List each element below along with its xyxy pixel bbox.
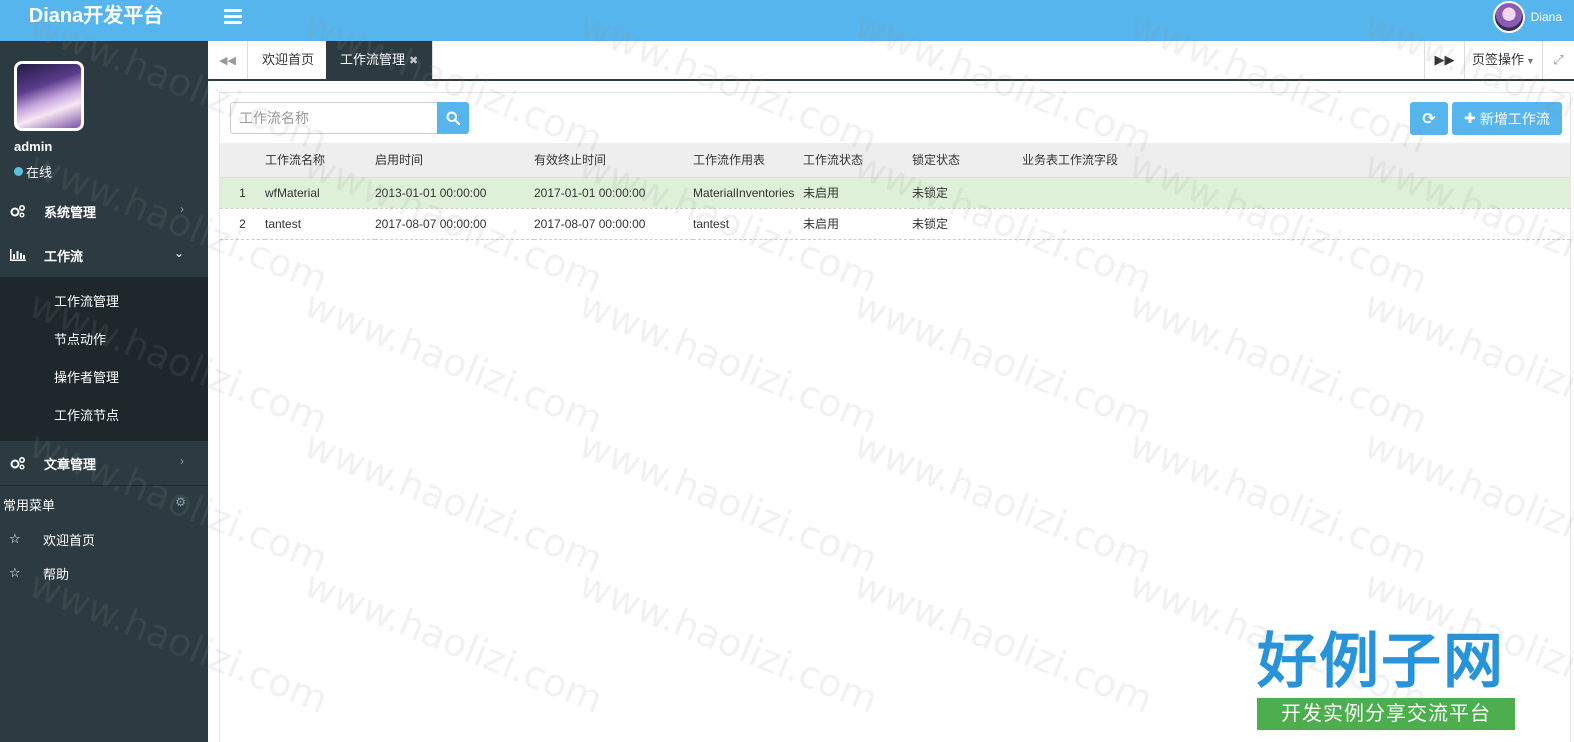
cell-start-time: 2013-01-01 00:00:00 — [375, 177, 534, 209]
bar-chart-icon — [9, 248, 27, 262]
status-text: 在线 — [26, 165, 53, 180]
chevron-right-icon: › — [180, 202, 184, 216]
sidebar-subitem-workflow-manage[interactable]: 工作流管理 — [0, 283, 208, 321]
chevron-down-icon: ⌄ — [173, 246, 184, 260]
table-row[interactable]: 2 tantest 2017-08-07 00:00:00 2017-08-07… — [220, 208, 1570, 240]
cell-start-time: 2017-08-07 00:00:00 — [375, 208, 534, 240]
cell-field — [1022, 208, 1570, 240]
cell-field — [1022, 177, 1570, 209]
sidebar-subitem-operator-manage[interactable]: 操作者管理 — [0, 359, 208, 397]
column-header[interactable]: 业务表工作流字段 — [1022, 143, 1570, 178]
cell-status: 未启用 — [803, 177, 912, 209]
fullscreen-icon[interactable]: ⤢ — [1542, 41, 1574, 79]
caret-down-icon: ▼ — [1526, 56, 1535, 66]
column-header[interactable]: 工作流作用表 — [693, 143, 803, 178]
sidebar-subitem-workflow-node[interactable]: 工作流节点 — [0, 397, 208, 435]
tab-label: 工作流管理 — [340, 52, 406, 67]
gears-icon — [9, 456, 27, 470]
star-icon: ☆ — [9, 531, 21, 546]
favorite-item-welcome[interactable]: ☆ 欢迎首页 — [0, 522, 208, 556]
cell-end-time: 2017-08-07 00:00:00 — [534, 208, 693, 240]
user-panel: admin 在线 — [0, 41, 208, 189]
column-header[interactable]: 工作流状态 — [803, 143, 912, 178]
column-header[interactable]: 锁定状态 — [912, 143, 1022, 178]
sidebar-item-label: 工作流 — [44, 248, 84, 264]
avatar — [14, 61, 84, 131]
plus-icon: ✚ — [1464, 110, 1476, 126]
search-input[interactable] — [230, 102, 438, 134]
cell-lock-status: 未锁定 — [912, 177, 1022, 209]
gear-icon[interactable]: ⚙ — [175, 495, 186, 509]
user-menu[interactable]: Diana — [1492, 0, 1562, 34]
sidebar-item-label: 文章管理 — [44, 456, 97, 472]
sidebar-subitem-node-action[interactable]: 节点动作 — [0, 321, 208, 359]
cell-lock-status: 未锁定 — [912, 208, 1022, 240]
row-number: 1 — [220, 177, 265, 209]
site-logo-watermark: 好例子网 开发实例分享交流平台 — [1257, 628, 1517, 730]
status-badge: 在线 — [14, 162, 52, 181]
favorite-item-help[interactable]: ☆ 帮助 — [0, 556, 208, 590]
favorite-label: 欢迎首页 — [43, 532, 96, 548]
page-ops-dropdown[interactable]: 页签操作 ▼ — [1464, 41, 1542, 79]
add-workflow-button[interactable]: ✚ 新增工作流 — [1452, 102, 1562, 135]
cell-table: MaterialInventories — [693, 177, 803, 209]
search-icon — [446, 111, 460, 125]
avatar — [1492, 1, 1525, 33]
sidebar-item-label: 系统管理 — [44, 204, 97, 220]
column-header[interactable]: 启用时间 — [375, 143, 534, 178]
workflow-table: 工作流名称 启用时间 有效终止时间 工作流作用表 工作流状态 锁定状态 业务表工… — [220, 143, 1570, 240]
cell-end-time: 2017-01-01 00:00:00 — [534, 177, 693, 209]
top-header: Diana开发平台 Diana — [0, 0, 1574, 41]
star-icon: ☆ — [9, 565, 21, 580]
close-icon[interactable]: ✖ — [409, 55, 418, 67]
tab-scroll-left-icon[interactable]: ◀◀ — [208, 41, 248, 79]
tab-scroll-right-icon[interactable]: ▶▶ — [1424, 41, 1464, 79]
favorites-header: 常用菜单 ⚙ — [0, 486, 208, 522]
tab-welcome[interactable]: 欢迎首页 — [248, 41, 330, 79]
cell-name: tantest — [265, 208, 375, 240]
sidebar-item-article[interactable]: 文章管理 › — [0, 441, 208, 485]
refresh-button[interactable]: ⟳ — [1410, 102, 1448, 135]
table-header-row: 工作流名称 启用时间 有效终止时间 工作流作用表 工作流状态 锁定状态 业务表工… — [220, 143, 1570, 178]
online-dot-icon — [14, 167, 23, 176]
refresh-icon: ⟳ — [1422, 110, 1436, 128]
gears-icon — [9, 204, 27, 218]
tab-label: 欢迎首页 — [262, 52, 315, 67]
sidebar: admin 在线 系统管理 › 工作流 ⌄ 工作流管理 节点动作 操作者管理 工… — [0, 41, 208, 742]
sidebar-user-name: admin — [14, 139, 53, 154]
cell-name: wfMaterial — [265, 177, 375, 209]
favorite-label: 帮助 — [43, 566, 70, 582]
add-workflow-label: 新增工作流 — [1479, 110, 1550, 127]
row-number: 2 — [220, 208, 265, 240]
logo-subtitle: 开发实例分享交流平台 — [1257, 698, 1515, 730]
logo-title: 好例子网 — [1257, 627, 1505, 697]
menu-toggle-icon[interactable] — [224, 9, 242, 25]
column-header[interactable]: 有效终止时间 — [534, 143, 693, 178]
chevron-right-icon: › — [180, 454, 184, 468]
workflow-submenu: 工作流管理 节点动作 操作者管理 工作流节点 — [0, 277, 208, 441]
favorites-title: 常用菜单 — [3, 497, 56, 513]
page-ops-label: 页签操作 — [1472, 52, 1525, 67]
tab-workflow-manage[interactable]: 工作流管理 ✖ — [326, 41, 434, 79]
column-header — [220, 143, 265, 178]
user-name: Diana — [1530, 10, 1562, 24]
column-header[interactable]: 工作流名称 — [265, 143, 375, 178]
cell-status: 未启用 — [803, 208, 912, 240]
sidebar-item-workflow[interactable]: 工作流 ⌄ — [0, 233, 208, 277]
sidebar-item-system[interactable]: 系统管理 › — [0, 189, 208, 233]
tab-bar: ◀◀ 欢迎首页 工作流管理 ✖ ▶▶ 页签操作 ▼ ⤢ — [208, 41, 1574, 81]
cell-table: tantest — [693, 208, 803, 240]
brand-title[interactable]: Diana开发平台 — [0, 0, 208, 41]
search-button[interactable] — [437, 102, 469, 134]
table-row[interactable]: 1 wfMaterial 2013-01-01 00:00:00 2017-01… — [220, 177, 1570, 209]
